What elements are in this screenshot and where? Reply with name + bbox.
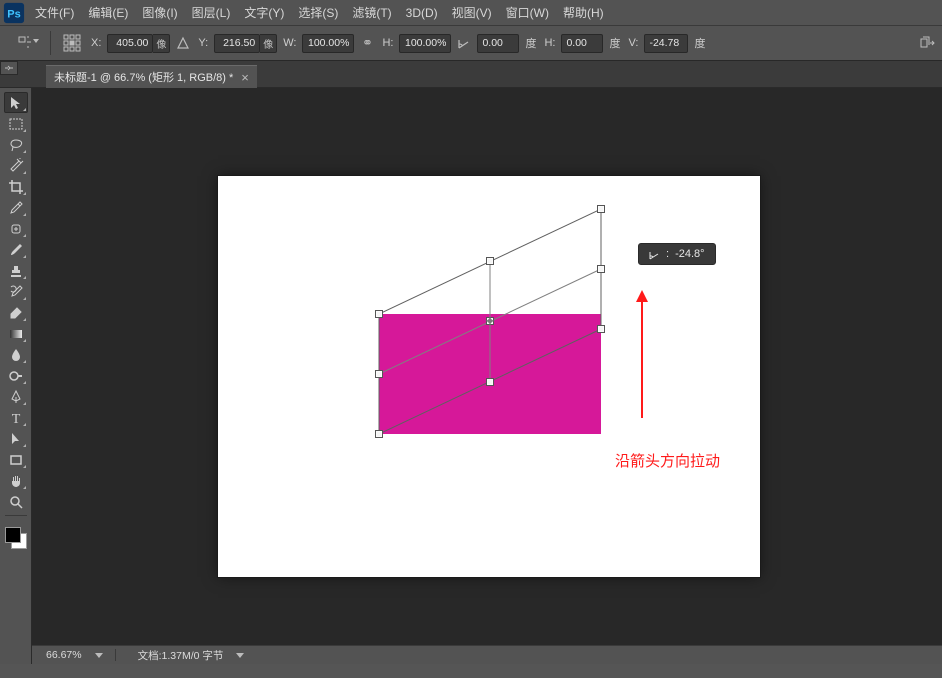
transform-handle[interactable] bbox=[375, 310, 383, 318]
gradient-tool[interactable] bbox=[4, 323, 28, 344]
transform-handle[interactable] bbox=[486, 257, 494, 265]
menu-select[interactable]: 选择(S) bbox=[291, 0, 345, 25]
hskew-unit: 度 bbox=[607, 35, 622, 51]
x-label: X: bbox=[89, 37, 103, 49]
transform-handle[interactable] bbox=[375, 370, 383, 378]
color-swatches[interactable] bbox=[3, 525, 29, 551]
chevron-down-icon[interactable] bbox=[95, 653, 103, 658]
rotation-field[interactable] bbox=[477, 34, 519, 53]
dodge-tool[interactable] bbox=[4, 365, 28, 386]
x-field[interactable] bbox=[107, 34, 153, 53]
transform-handle[interactable] bbox=[375, 430, 383, 438]
transform-handle[interactable] bbox=[597, 325, 605, 333]
status-doc-info[interactable]: 文档:1.37M/0 字节 bbox=[128, 648, 234, 663]
brush-tool[interactable] bbox=[4, 239, 28, 260]
menu-view[interactable]: 视图(V) bbox=[445, 0, 499, 25]
menu-layer[interactable]: 图层(L) bbox=[185, 0, 238, 25]
transform-handle[interactable] bbox=[597, 205, 605, 213]
vskew-unit: 度 bbox=[692, 35, 707, 51]
menu-bar: Ps 文件(F) 编辑(E) 图像(I) 图层(L) 文字(Y) 选择(S) 滤… bbox=[0, 0, 942, 26]
annotation-arrow-line bbox=[641, 294, 643, 418]
blur-tool[interactable] bbox=[4, 344, 28, 365]
healing-tool[interactable] bbox=[4, 218, 28, 239]
menu-help[interactable]: 帮助(H) bbox=[556, 0, 611, 25]
h-label: H: bbox=[380, 37, 395, 49]
main-area: T ✦ bbox=[0, 88, 942, 664]
link-icon[interactable]: ⚭ bbox=[358, 30, 376, 56]
pen-tool[interactable] bbox=[4, 386, 28, 407]
svg-text:Ps: Ps bbox=[7, 8, 20, 20]
marquee-tool[interactable] bbox=[4, 113, 28, 134]
hskew-label: H: bbox=[542, 37, 557, 49]
document-tab-title: 未标题-1 @ 66.7% (矩形 1, RGB/8) * bbox=[54, 69, 233, 85]
eraser-tool[interactable] bbox=[4, 302, 28, 323]
chevron-down-icon[interactable] bbox=[236, 653, 244, 658]
options-overflow-icon[interactable] bbox=[918, 34, 936, 55]
transform-handle[interactable] bbox=[597, 265, 605, 273]
lasso-tool[interactable] bbox=[4, 134, 28, 155]
angle-tooltip-value: -24.8° bbox=[675, 248, 704, 260]
stamp-tool[interactable] bbox=[4, 260, 28, 281]
y-unit: 像 bbox=[260, 34, 277, 53]
document-tab-strip: 未标题-1 @ 66.7% (矩形 1, RGB/8) * × bbox=[0, 61, 942, 88]
angle-icon bbox=[455, 30, 473, 56]
menu-3d[interactable]: 3D(D) bbox=[399, 0, 445, 25]
type-tool[interactable]: T bbox=[4, 407, 28, 428]
transform-handle[interactable] bbox=[486, 378, 494, 386]
hskew-field[interactable] bbox=[561, 34, 603, 53]
y-label: Y: bbox=[196, 37, 210, 49]
angle-tooltip: : -24.8° bbox=[638, 243, 716, 265]
menu-filter[interactable]: 滤镜(T) bbox=[345, 0, 398, 25]
w-label: W: bbox=[281, 37, 298, 49]
options-bar: X: 像 Y: 像 W: ⚭ H: 度 H: 度 V: 度 bbox=[0, 26, 942, 61]
svg-text:T: T bbox=[11, 412, 20, 426]
wand-tool[interactable] bbox=[4, 155, 28, 176]
vskew-label: V: bbox=[626, 37, 640, 49]
rectangle-tool[interactable] bbox=[4, 449, 28, 470]
panel-expand-button[interactable] bbox=[0, 61, 18, 75]
history-brush-tool[interactable] bbox=[4, 281, 28, 302]
h-field[interactable] bbox=[399, 34, 451, 53]
foreground-color-swatch[interactable] bbox=[5, 527, 21, 543]
transform-bbox bbox=[218, 176, 760, 577]
vskew-field[interactable] bbox=[644, 34, 688, 53]
hand-tool[interactable] bbox=[4, 470, 28, 491]
toolbox: T bbox=[0, 88, 32, 664]
menu-window[interactable]: 窗口(W) bbox=[499, 0, 556, 25]
transform-mode-icon[interactable] bbox=[16, 30, 42, 56]
angle-icon bbox=[649, 249, 660, 260]
menu-image[interactable]: 图像(I) bbox=[135, 0, 184, 25]
x-unit: 像 bbox=[153, 34, 170, 53]
menu-type[interactable]: 文字(Y) bbox=[237, 0, 291, 25]
document-tab[interactable]: 未标题-1 @ 66.7% (矩形 1, RGB/8) * × bbox=[46, 65, 257, 88]
status-bar: 66.67% 文档:1.37M/0 字节 bbox=[32, 645, 942, 664]
move-tool[interactable] bbox=[4, 92, 28, 113]
path-selection-tool[interactable] bbox=[4, 428, 28, 449]
w-field[interactable] bbox=[302, 34, 354, 53]
eyedropper-tool[interactable] bbox=[4, 197, 28, 218]
zoom-tool[interactable] bbox=[4, 491, 28, 512]
reference-point-icon[interactable] bbox=[59, 30, 85, 56]
crop-tool[interactable] bbox=[4, 176, 28, 197]
rot-unit: 度 bbox=[523, 35, 538, 51]
status-zoom[interactable]: 66.67% bbox=[32, 649, 92, 661]
app-logo: Ps bbox=[0, 0, 28, 26]
y-field[interactable] bbox=[214, 34, 260, 53]
workspace[interactable]: ✦ : -24.8° 沿箭头方向拉动 bbox=[32, 88, 942, 664]
menu-file[interactable]: 文件(F) bbox=[28, 0, 81, 25]
close-icon[interactable]: × bbox=[241, 71, 249, 84]
menu-edit[interactable]: 编辑(E) bbox=[81, 0, 135, 25]
transform-center-icon[interactable]: ✦ bbox=[483, 314, 497, 328]
canvas[interactable]: ✦ : -24.8° 沿箭头方向拉动 bbox=[218, 176, 760, 577]
annotation-text: 沿箭头方向拉动 bbox=[615, 450, 720, 471]
delta-icon[interactable] bbox=[174, 30, 192, 56]
